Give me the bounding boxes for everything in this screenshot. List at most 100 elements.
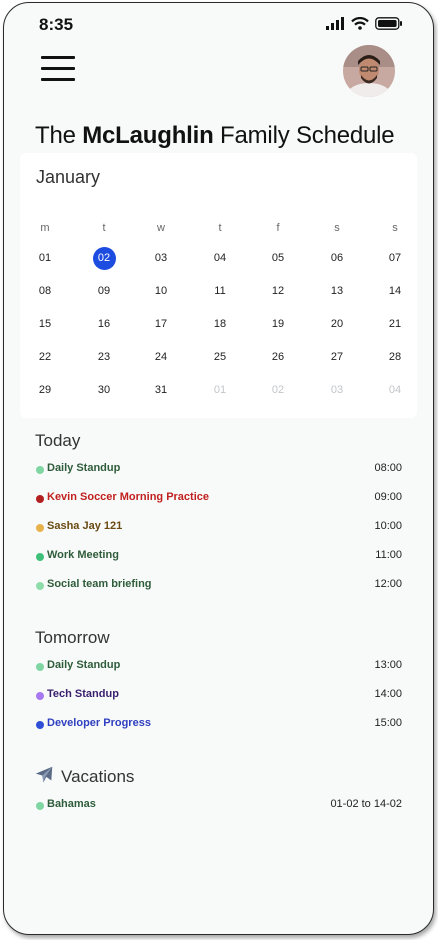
event-label: Daily Standup (47, 462, 121, 474)
weekday-label: w (157, 222, 165, 234)
calendar-card: January m t w t f s s 01 02 03 04 05 06 07 08 09 10 11 12… (20, 153, 417, 418)
battery-icon (375, 17, 402, 30)
calendar-day[interactable]: 14 (375, 279, 415, 303)
calendar-day[interactable]: 02 (258, 378, 298, 402)
calendar-day-number: 15 (38, 318, 52, 330)
tomorrow-event-item[interactable]: Tech Standup 14:00 (36, 687, 402, 705)
vacations-title: Vacations (61, 767, 135, 786)
event-label: Work Meeting (47, 549, 119, 561)
calendar-day[interactable]: 11 (200, 279, 240, 303)
event-label: Tech Standup (47, 688, 119, 700)
calendar-day-number: 04 (213, 252, 227, 264)
today-event-item[interactable]: Daily Standup 08:00 (36, 461, 402, 479)
calendar-day-number: 26 (271, 351, 285, 363)
calendar-day[interactable]: 31 (141, 378, 181, 402)
wifi-icon (351, 17, 369, 30)
tomorrow-event-item[interactable]: Developer Progress 15:00 (36, 716, 402, 734)
weekday-label: s (392, 222, 398, 234)
calendar-day[interactable]: 13 (317, 279, 357, 303)
calendar-day[interactable]: 10 (141, 279, 181, 303)
calendar-day[interactable]: 04 (375, 378, 415, 402)
calendar-day-number: 30 (97, 384, 111, 396)
calendar-day[interactable]: 08 (25, 279, 65, 303)
user-photo-icon (343, 45, 395, 97)
event-time: 15:00 (374, 717, 402, 729)
today-title: Today (35, 431, 81, 450)
calendar-day[interactable]: 16 (84, 312, 124, 336)
calendar-day[interactable]: 06 (317, 246, 357, 270)
event-color-dot (36, 692, 44, 700)
event-color-dot (36, 802, 44, 810)
calendar-day[interactable]: 12 (258, 279, 298, 303)
calendar-day[interactable]: 19 (258, 312, 298, 336)
calendar-day[interactable]: 21 (375, 312, 415, 336)
calendar-day[interactable]: 23 (84, 345, 124, 369)
title-prefix: The (35, 122, 76, 149)
event-label: Developer Progress (47, 717, 151, 729)
calendar-day[interactable]: 15 (25, 312, 65, 336)
event-color-dot (36, 495, 44, 503)
status-icons (326, 17, 403, 30)
calendar-day[interactable]: 28 (375, 345, 415, 369)
calendar-day[interactable]: 03 (141, 246, 181, 270)
calendar-day-number: 08 (38, 285, 52, 297)
calendar-day[interactable]: 04 (200, 246, 240, 270)
status-time: 8:35 (39, 15, 74, 34)
event-time: 13:00 (374, 659, 402, 671)
calendar-day[interactable]: 01 (200, 378, 240, 402)
today-event-item[interactable]: Social team briefing 12:00 (36, 577, 402, 595)
calendar-day-number: 28 (388, 351, 402, 363)
event-time: 14:00 (374, 688, 402, 700)
title-suffix: Family Schedule (220, 122, 395, 149)
calendar-day[interactable]: 24 (141, 345, 181, 369)
calendar-day-number: 04 (388, 384, 402, 396)
calendar-day-number: 03 (154, 252, 168, 264)
calendar-day-number: 01 (213, 384, 227, 396)
calendar-day[interactable]: 18 (200, 312, 240, 336)
title-family-name: McLaughlin (82, 122, 214, 149)
calendar-day[interactable]: 17 (141, 312, 181, 336)
status-bar: 8:35 (4, 3, 433, 47)
calendar-day[interactable]: 01 (25, 246, 65, 270)
calendar-day-number: 25 (213, 351, 227, 363)
hamburger-menu-icon[interactable] (41, 56, 75, 84)
calendar-day[interactable]: 29 (25, 378, 65, 402)
weekday-label: f (276, 222, 280, 234)
calendar-day[interactable]: 09 (84, 279, 124, 303)
calendar-day-selected[interactable]: 02 (84, 246, 124, 270)
event-color-dot (36, 553, 44, 561)
event-label: Sasha Jay 121 (47, 520, 123, 532)
calendar-day[interactable]: 22 (25, 345, 65, 369)
calendar-day[interactable]: 03 (317, 378, 357, 402)
today-event-item[interactable]: Sasha Jay 121 10:00 (36, 519, 402, 537)
calendar-day[interactable]: 25 (200, 345, 240, 369)
avatar[interactable] (343, 45, 395, 97)
calendar-day-number: 17 (154, 318, 168, 330)
airplane-icon (35, 766, 53, 783)
event-color-dot (36, 582, 44, 590)
calendar-day[interactable]: 07 (375, 246, 415, 270)
calendar-day-number: 19 (271, 318, 285, 330)
calendar-month: January (36, 167, 101, 187)
calendar-day[interactable]: 30 (84, 378, 124, 402)
tomorrow-event-item[interactable]: Daily Standup 13:00 (36, 658, 402, 676)
calendar-day-number: 27 (330, 351, 344, 363)
today-event-item[interactable]: Kevin Soccer Morning Practice 09:00 (36, 490, 402, 508)
weekday-label: t (218, 222, 222, 234)
calendar-day[interactable]: 05 (258, 246, 298, 270)
calendar-day-number: 22 (38, 351, 52, 363)
calendar-day[interactable]: 20 (317, 312, 357, 336)
today-event-item[interactable]: Work Meeting 11:00 (36, 548, 402, 566)
event-time: 01-02 to 14-02 (330, 798, 402, 810)
calendar-day-number: 24 (154, 351, 168, 363)
calendar-day[interactable]: 27 (317, 345, 357, 369)
event-label: Daily Standup (47, 659, 121, 671)
calendar-day[interactable]: 26 (258, 345, 298, 369)
calendar-day-number: 03 (330, 384, 344, 396)
calendar-day-number: 10 (154, 285, 168, 297)
event-time: 10:00 (374, 520, 402, 532)
vacations-event-item[interactable]: Bahamas 01-02 to 14-02 (36, 797, 402, 815)
event-time: 08:00 (374, 462, 402, 474)
event-color-dot (36, 524, 44, 532)
calendar-day-number: 12 (271, 285, 285, 297)
